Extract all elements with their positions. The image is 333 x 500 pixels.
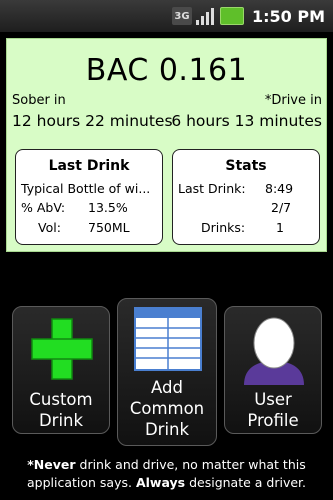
last-drink-title: Last Drink xyxy=(48,158,130,174)
disclaimer-line-2-start: application says. xyxy=(26,475,136,490)
disclaimer-line-2: application says. Always designate a dri… xyxy=(0,474,333,492)
custom-drink-label-1: Custom xyxy=(29,390,93,409)
drive-label: *Drive in xyxy=(264,93,322,108)
add-common-drink-label-2: Common xyxy=(129,399,205,418)
custom-drink-button[interactable]: Custom Drink xyxy=(12,306,110,434)
plus-icon xyxy=(31,318,93,380)
status-time: 1:50 PM xyxy=(251,6,325,26)
disclaimer-line-2-end: designate a driver. xyxy=(185,475,307,490)
disclaimer-always: Always xyxy=(135,475,186,490)
stats-drinks-value: 1 xyxy=(276,220,284,235)
user-profile-label-2: Profile xyxy=(247,411,299,430)
last-drink-card[interactable]: Last Drink Typical Bottle of wi... % AbV… xyxy=(15,149,163,245)
bac-panel: BAC 0.161 Sober in *Drive in 12 hours 22… xyxy=(6,38,327,252)
disclaimer: *Never drink and drive, no matter what t… xyxy=(0,456,333,492)
bac-value: BAC 0.161 xyxy=(85,53,248,88)
stats-card[interactable]: Stats Last Drink: 8:49 2/7 Drinks: 1 xyxy=(172,149,320,245)
add-common-drink-button[interactable]: Add Common Drink xyxy=(117,298,217,446)
stats-drinks-label: Drinks: xyxy=(201,220,246,235)
vol-value: 750ML xyxy=(88,220,130,235)
signal-bars-icon xyxy=(195,7,216,25)
stats-last-drink-label: Last Drink: xyxy=(178,181,246,196)
network-type-icon: 3G xyxy=(171,7,192,25)
stats-last-drink-time: 8:49 xyxy=(265,181,294,196)
drive-time: 6 hours 13 minutes xyxy=(171,112,322,130)
sober-label: Sober in xyxy=(12,93,66,108)
user-profile-button[interactable]: User Profile xyxy=(224,306,322,434)
table-icon xyxy=(134,307,202,371)
abv-label: % AbV: xyxy=(21,200,66,215)
user-profile-label-1: User xyxy=(254,390,292,409)
status-bar: 3G 1:50 PM xyxy=(0,0,333,32)
disclaimer-line-1-text: drink and drive, no matter what this xyxy=(75,457,306,472)
disclaimer-never: Never xyxy=(33,457,76,472)
add-common-drink-label-3: Drink xyxy=(144,420,190,439)
user-profile-icon xyxy=(244,317,304,385)
sober-time: 12 hours 22 minutes xyxy=(12,112,173,130)
vol-label: Vol: xyxy=(38,220,61,235)
custom-drink-label-2: Drink xyxy=(38,411,84,430)
abv-value: 13.5% xyxy=(88,200,128,215)
stats-last-drink-date: 2/7 xyxy=(271,200,292,215)
disclaimer-line-1: *Never drink and drive, no matter what t… xyxy=(0,456,333,474)
battery-charging-icon xyxy=(219,7,244,25)
add-common-drink-label-1: Add xyxy=(151,378,183,397)
stats-title: Stats xyxy=(225,158,267,174)
last-drink-name: Typical Bottle of wi... xyxy=(21,181,151,196)
